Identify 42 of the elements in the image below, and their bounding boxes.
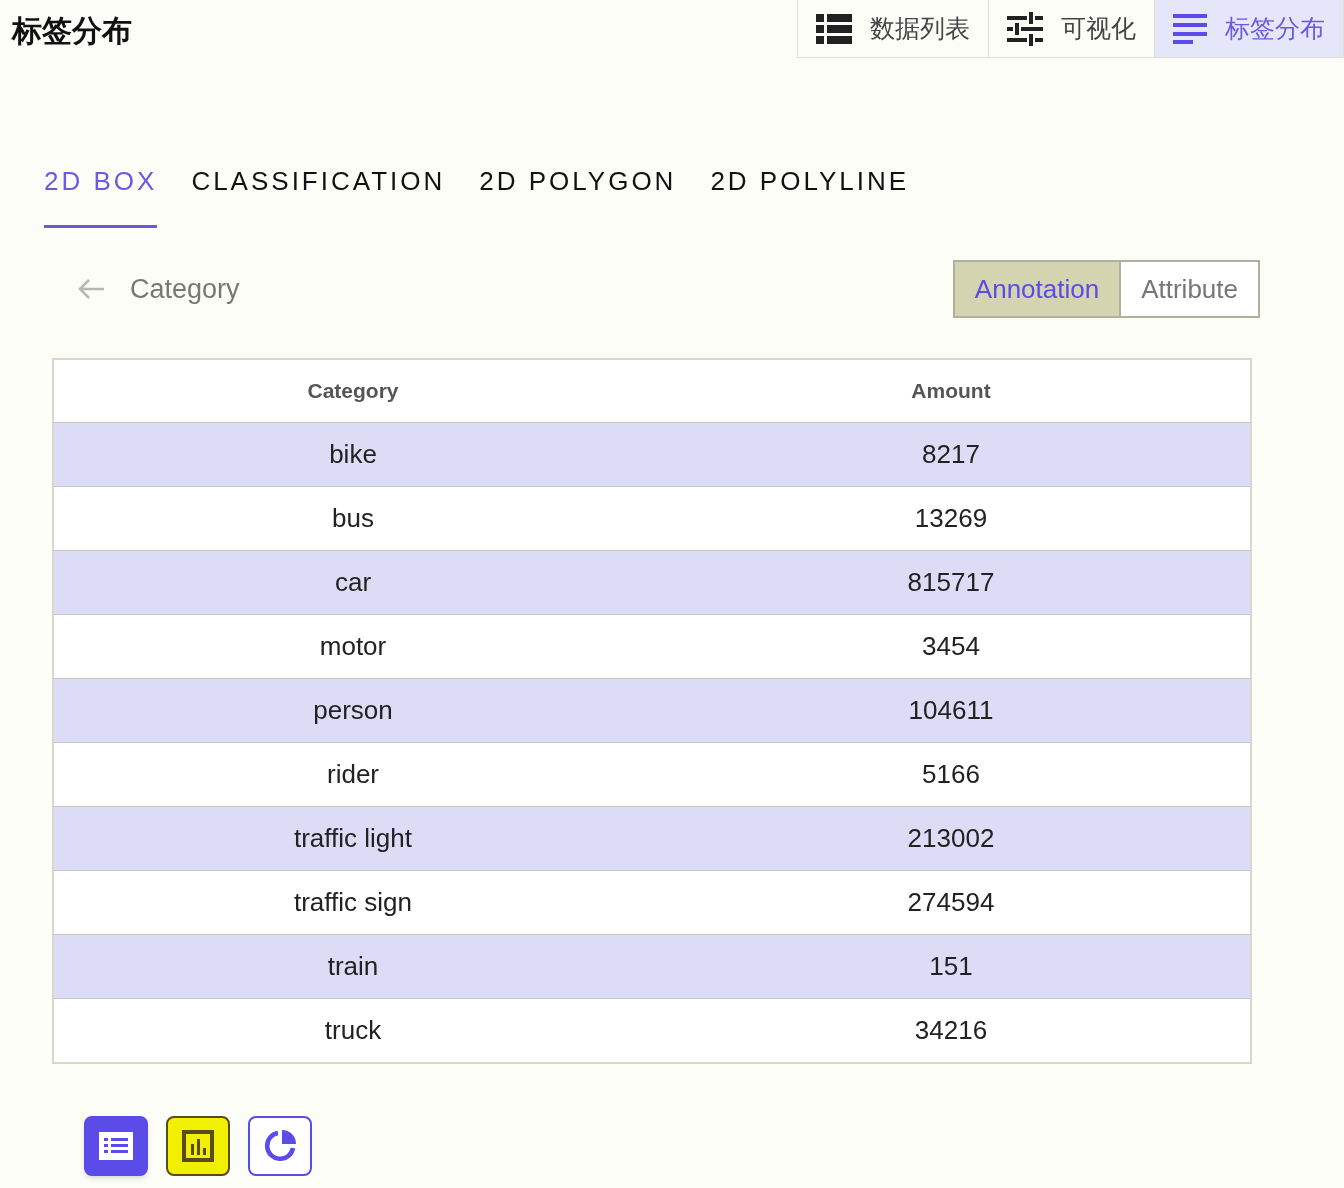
table-cell-text: 104611 bbox=[907, 694, 995, 727]
pie-chart-icon bbox=[262, 1128, 298, 1164]
table-cell-text: bus bbox=[331, 502, 375, 535]
view-button[interactable] bbox=[248, 1116, 312, 1176]
menu-lines-icon bbox=[1173, 13, 1207, 44]
table-cell-text: rider bbox=[326, 758, 380, 791]
list-icon bbox=[816, 13, 852, 44]
table-cell-text: train bbox=[326, 950, 380, 983]
nav-tab[interactable]: 数据列表 bbox=[798, 0, 988, 57]
table-cell-text: motor bbox=[318, 630, 388, 663]
toggle-button[interactable]: Attribute bbox=[1119, 262, 1258, 316]
table-cell-text: traffic sign bbox=[293, 886, 413, 919]
table-cell-text: 815717 bbox=[906, 566, 996, 599]
view-button[interactable] bbox=[166, 1116, 230, 1176]
breadcrumb-label: Category bbox=[130, 272, 240, 306]
table-cell-text: truck bbox=[323, 1014, 383, 1047]
bar-chart-icon bbox=[182, 1130, 214, 1162]
page-title: 标签分布 bbox=[10, 12, 132, 50]
column-header: Amount bbox=[910, 378, 992, 405]
table-cell-text: 213002 bbox=[906, 822, 996, 855]
table-cell-text: car bbox=[333, 566, 373, 599]
table-cell-text: 13269 bbox=[913, 502, 989, 535]
list-icon bbox=[99, 1132, 133, 1160]
label-tab[interactable]: 2D BOX bbox=[44, 162, 158, 228]
table-cell-text: traffic light bbox=[293, 822, 413, 855]
table-cell-text: bike bbox=[328, 438, 378, 471]
toggle-button[interactable]: Annotation bbox=[954, 262, 1120, 316]
nav-tab[interactable]: 标签分布 bbox=[1154, 0, 1343, 57]
table-cell-text: 8217 bbox=[921, 438, 981, 471]
nav-tab[interactable]: 可视化 bbox=[988, 0, 1154, 57]
column-header: Category bbox=[306, 378, 400, 405]
view-button[interactable] bbox=[84, 1116, 148, 1176]
table-cell-text: person bbox=[312, 694, 394, 727]
label-tab[interactable]: CLASSIFICATION bbox=[191, 162, 446, 228]
table-cell-text: 5166 bbox=[921, 758, 981, 791]
table-cell-text: 151 bbox=[928, 950, 974, 983]
label-tab[interactable]: 2D POLYLINE bbox=[710, 162, 910, 228]
sliders-icon bbox=[1007, 11, 1043, 46]
table-cell-text: 34216 bbox=[913, 1014, 989, 1047]
table-cell-text: 274594 bbox=[906, 886, 996, 919]
table-cell-text: 3454 bbox=[921, 630, 981, 663]
label-tab[interactable]: 2D POLYGON bbox=[479, 162, 677, 228]
